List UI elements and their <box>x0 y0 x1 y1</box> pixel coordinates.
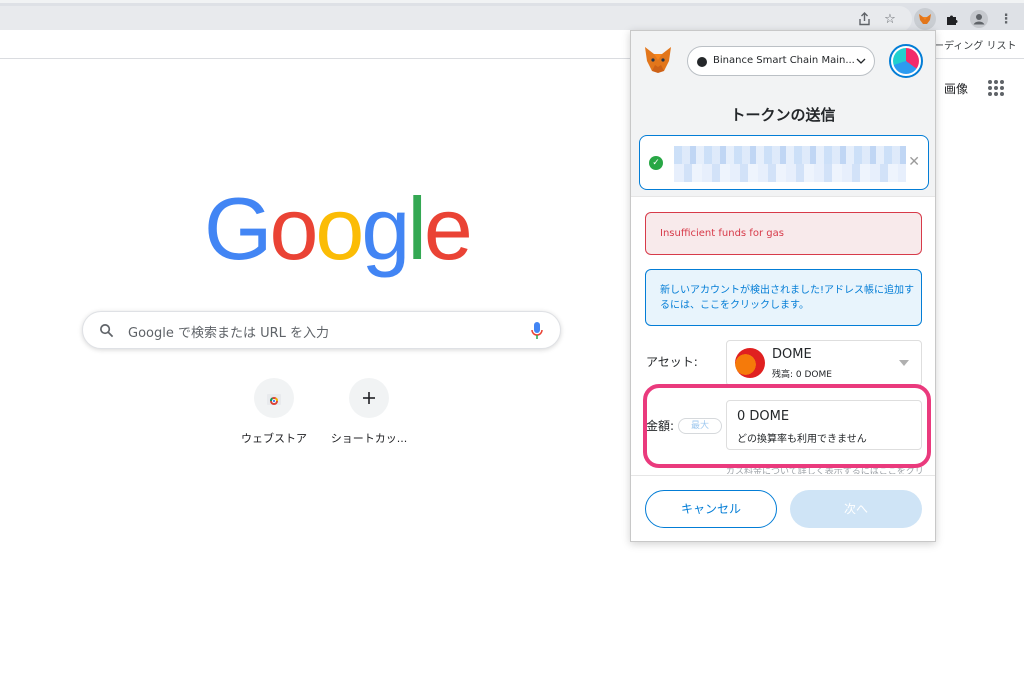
page-title: トークンの送信 <box>730 106 836 124</box>
metamask-popup: Binance Smart Chain Main... トークンの送信 ✓ ✕ … <box>630 30 936 542</box>
blurred-address-line <box>674 164 906 182</box>
asset-name: DOME <box>772 347 812 362</box>
asset-label: アセット: <box>646 355 698 369</box>
info-alert-text: 新しいアカウントが検出されました!アドレス帳に追加するには、ここをクリックします… <box>660 285 915 311</box>
plus-icon <box>349 378 389 418</box>
account-avatar[interactable] <box>889 44 923 78</box>
google-apps-icon[interactable] <box>988 80 1004 96</box>
new-account-alert[interactable]: 新しいアカウントが検出されました!アドレス帳に追加するには、ここをクリックします… <box>645 269 922 326</box>
token-icon <box>735 348 765 378</box>
asset-selector[interactable]: DOME 残高: 0 DOME <box>726 340 922 386</box>
browser-toolbar: ☆ ⋮ <box>0 0 1024 32</box>
logo-letter: l <box>407 179 426 278</box>
metamask-header: Binance Smart Chain Main... トークンの送信 ✓ ✕ <box>631 31 935 197</box>
profile-icon[interactable] <box>969 9 989 29</box>
recipient-address-field[interactable]: ✓ ✕ <box>639 135 929 190</box>
amount-value: 0 DOME <box>737 409 789 424</box>
shortcut-label: ショートカッ... <box>330 432 408 445</box>
shortcut-label: ウェブストア <box>241 432 307 445</box>
gas-hint-link[interactable]: ガス料金について詳しく表示するにはここをクリック <box>726 464 922 474</box>
google-logo: Google <box>204 179 473 278</box>
kebab-menu-icon[interactable]: ⋮ <box>996 9 1016 29</box>
share-icon[interactable] <box>854 9 874 29</box>
max-button[interactable]: 最大 <box>678 418 722 434</box>
reading-list-button[interactable]: ーディング リスト <box>934 37 1016 52</box>
network-selector[interactable]: Binance Smart Chain Main... <box>687 46 875 76</box>
logo-letter: g <box>361 179 410 278</box>
chevron-down-icon <box>856 58 866 64</box>
bookmark-star-icon[interactable]: ☆ <box>880 9 900 29</box>
search-placeholder: Google で検索または URL を入力 <box>128 326 330 341</box>
browser-window: ☆ ⋮ ーディング リスト 画像 Google Google で検索または UR… <box>0 0 1024 683</box>
caret-down-icon <box>899 360 909 366</box>
asset-balance: 残高: 0 DOME <box>772 370 832 380</box>
extensions-puzzle-icon[interactable] <box>942 9 962 29</box>
footer-divider <box>631 475 935 476</box>
google-search-box[interactable]: Google で検索または URL を入力 <box>82 311 561 349</box>
images-link[interactable]: 画像 <box>944 80 968 97</box>
amount-unit: DOME <box>749 409 790 424</box>
shortcut-add[interactable]: ショートカッ... <box>324 378 414 446</box>
next-button[interactable]: 次へ <box>790 490 922 528</box>
cancel-button[interactable]: キャンセル <box>645 490 777 528</box>
microphone-icon[interactable] <box>530 321 544 341</box>
clear-recipient-icon[interactable]: ✕ <box>908 154 920 170</box>
network-status-icon <box>697 57 707 67</box>
check-icon: ✓ <box>649 156 663 170</box>
amount-label: 金額: <box>646 419 675 433</box>
metamask-fox-icon[interactable] <box>643 45 673 75</box>
search-icon <box>100 324 114 338</box>
shortcut-web-store[interactable]: ウェブストア <box>229 378 319 446</box>
chrome-web-store-icon <box>254 378 294 418</box>
logo-letter: o <box>269 179 318 278</box>
amount-input[interactable]: 0 DOME どの換算率も利用できません <box>726 400 922 450</box>
error-alert-text: Insufficient funds for gas <box>660 228 784 239</box>
error-alert: Insufficient funds for gas <box>645 212 922 255</box>
conversion-note: どの換算率も利用できません <box>737 434 867 445</box>
address-bar[interactable] <box>0 6 912 32</box>
metamask-extension-icon[interactable] <box>914 8 936 30</box>
logo-letter: e <box>423 179 473 278</box>
logo-letter: o <box>315 179 364 278</box>
amount-number: 0 <box>737 409 746 424</box>
logo-letter: G <box>204 179 272 278</box>
network-name: Binance Smart Chain Main... <box>713 55 855 66</box>
